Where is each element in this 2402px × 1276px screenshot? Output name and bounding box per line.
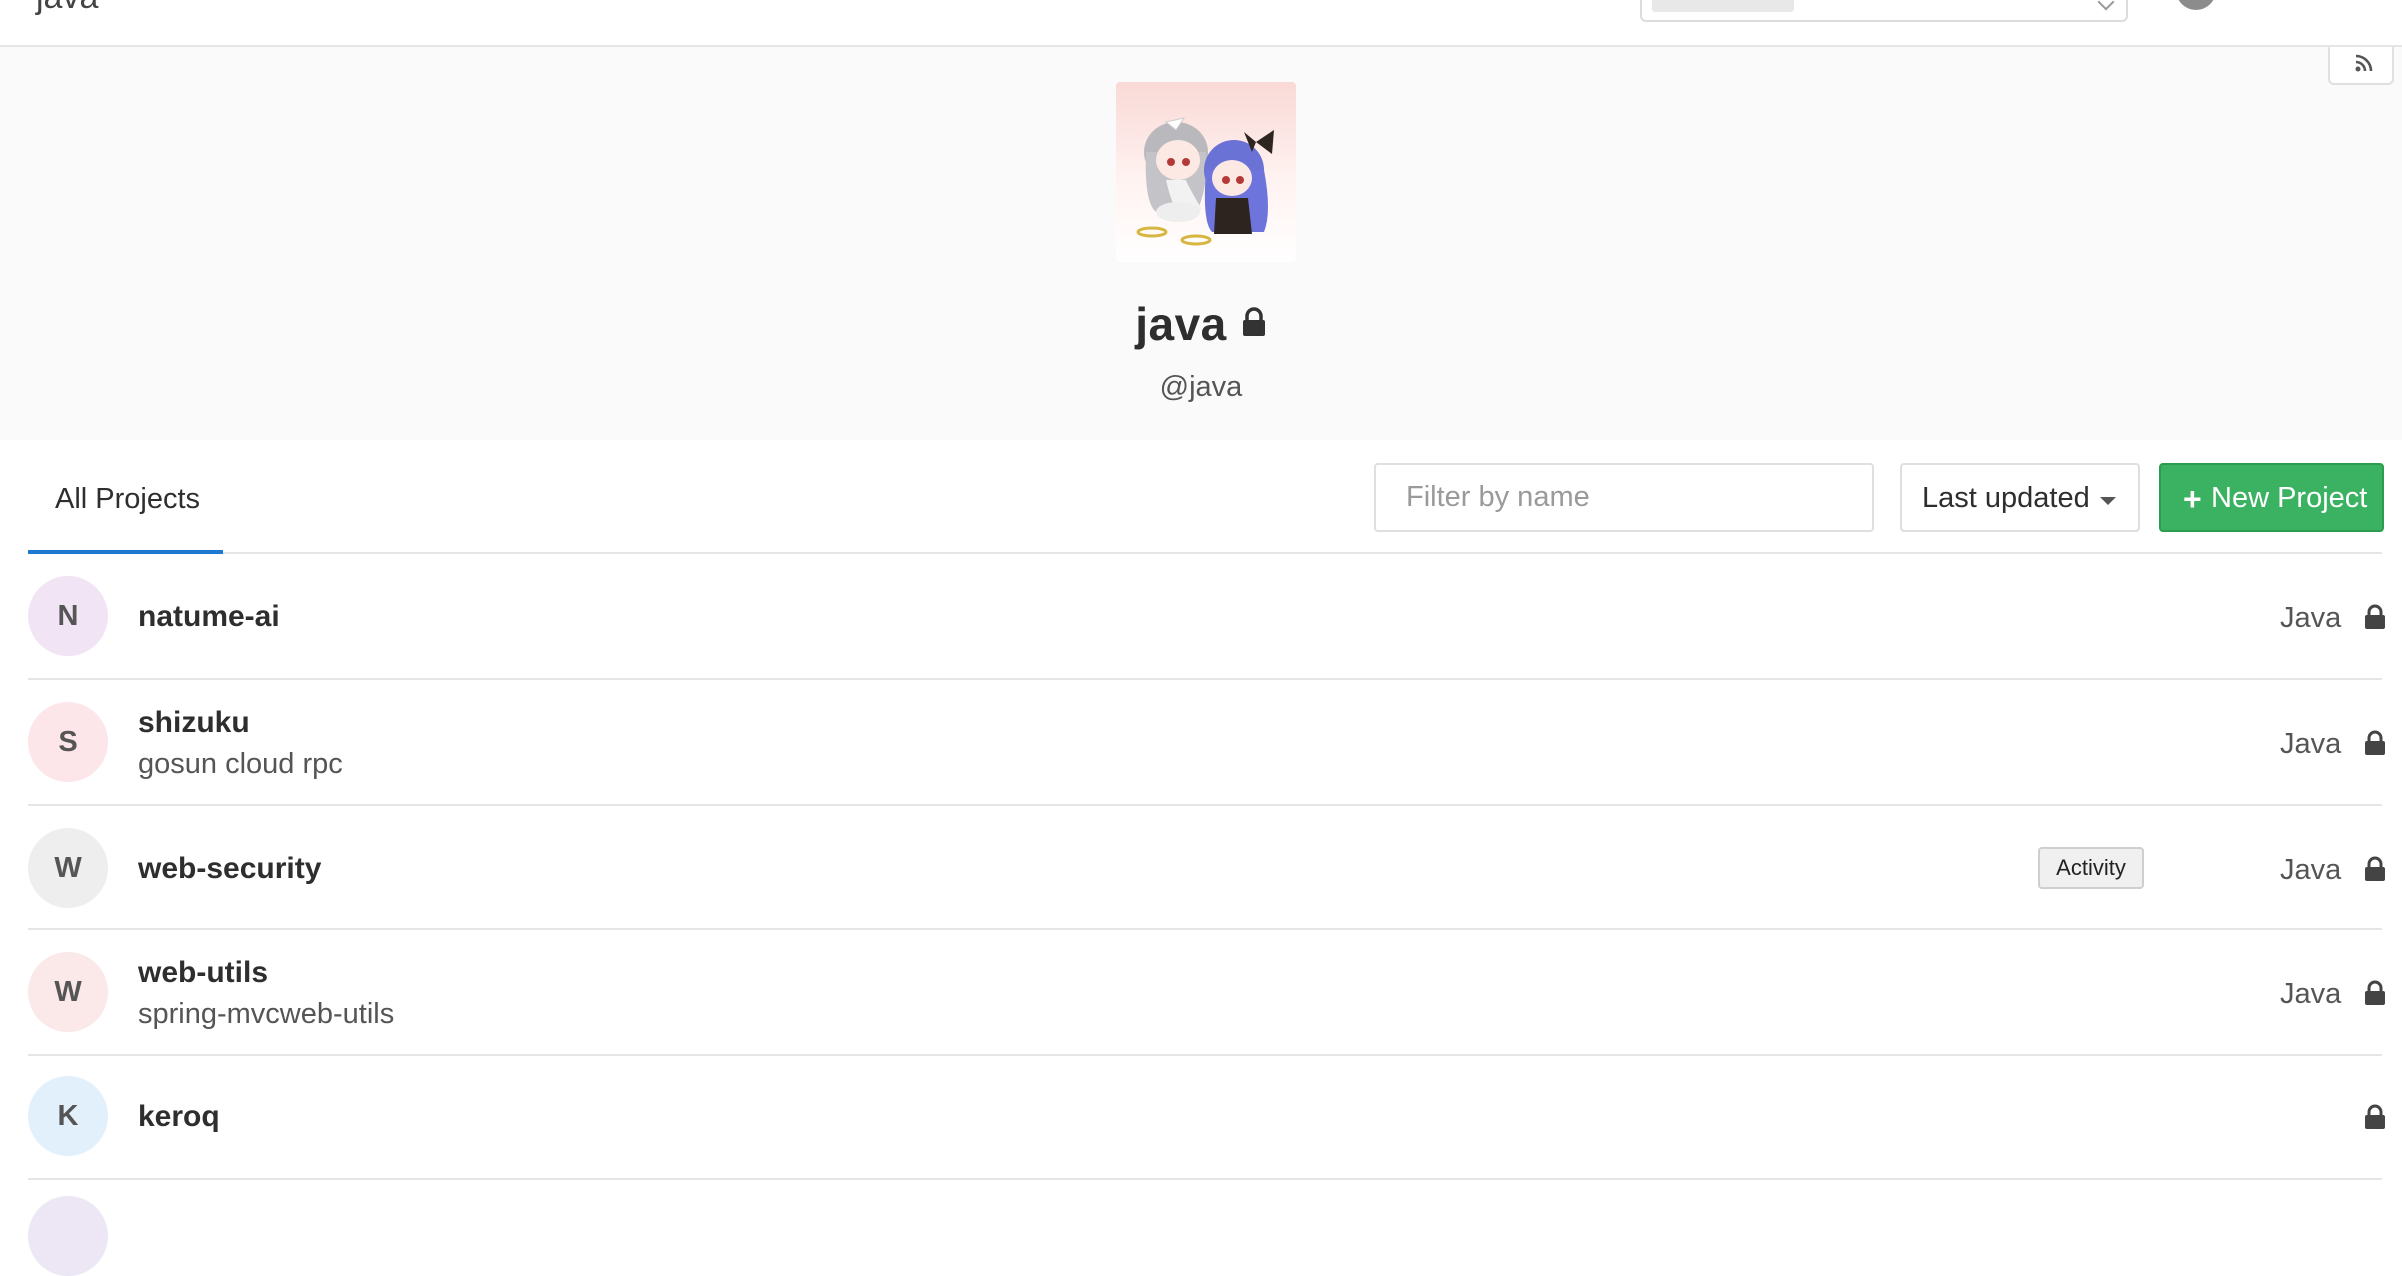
rss-button[interactable] — [2328, 47, 2394, 85]
project-avatar — [28, 1196, 108, 1276]
navbar-title[interactable]: java — [36, 0, 98, 17]
tab-all-projects-label: All Projects — [55, 483, 201, 515]
lock-icon — [2365, 604, 2385, 629]
sort-dropdown-label: Last updated — [1922, 482, 2090, 514]
group-avatar-illustration — [1136, 117, 1274, 246]
project-row[interactable]: K keroq — [28, 1056, 2385, 1180]
activity-tooltip: Activity — [2038, 847, 2144, 889]
new-project-button[interactable]: + New Project — [2159, 463, 2384, 532]
project-row[interactable]: N natume-ai Java — [28, 556, 2385, 680]
project-row[interactable]: W web-security Activity Java — [28, 806, 2385, 930]
project-avatar: W — [28, 828, 108, 908]
rss-icon — [2355, 54, 2373, 72]
plus-icon: + — [2183, 481, 2202, 517]
project-list: N natume-ai Java S shizuku gosun cloud r… — [28, 556, 2385, 1276]
group-title-row: java — [0, 297, 2402, 351]
project-language: Java — [2280, 854, 2342, 886]
project-row[interactable]: S shizuku gosun cloud rpc Java — [28, 680, 2385, 806]
project-name[interactable]: web-security — [138, 852, 321, 886]
group-handle: @java — [1159, 371, 1243, 403]
new-project-label: New Project — [2211, 482, 2368, 514]
project-language: Java — [2280, 602, 2342, 634]
caret-down-icon — [2100, 497, 2116, 505]
lock-icon — [2365, 856, 2385, 881]
user-avatar[interactable] — [2176, 0, 2216, 10]
project-language: Java — [2280, 978, 2342, 1010]
lock-icon — [2365, 730, 2385, 755]
sort-dropdown[interactable]: Last updated — [1900, 463, 2140, 532]
project-name[interactable]: natume-ai — [138, 600, 280, 634]
search-scope-chip — [1652, 0, 1794, 12]
project-name[interactable]: shizuku — [138, 706, 250, 740]
lock-icon — [1242, 307, 1265, 336]
group-avatar — [1116, 82, 1296, 262]
lock-icon — [2365, 980, 2385, 1005]
group-cover: java @java — [0, 47, 2402, 440]
chevron-down-icon — [2097, 0, 2115, 11]
project-avatar: S — [28, 702, 108, 782]
project-avatar: K — [28, 1076, 108, 1156]
project-row[interactable]: W web-utils spring-mvcweb-utils Java — [28, 930, 2385, 1056]
top-navbar: java — [0, 0, 2402, 47]
search-input[interactable] — [1640, 0, 2128, 22]
project-avatar: N — [28, 576, 108, 656]
projects-tabs-bar: All Projects Last updated + New Project — [28, 440, 2384, 554]
tab-all-projects[interactable]: All Projects — [28, 440, 223, 554]
project-description: spring-mvcweb-utils — [138, 998, 395, 1030]
project-row-partial[interactable] — [28, 1180, 2382, 1276]
group-title: java — [1135, 298, 1227, 350]
project-description: gosun cloud rpc — [138, 748, 343, 780]
project-language: Java — [2280, 728, 2342, 760]
project-avatar: W — [28, 952, 108, 1032]
lock-icon — [2365, 1104, 2385, 1129]
filter-by-name-input[interactable] — [1374, 463, 1874, 532]
project-name[interactable]: keroq — [138, 1100, 220, 1134]
project-name[interactable]: web-utils — [138, 956, 268, 990]
